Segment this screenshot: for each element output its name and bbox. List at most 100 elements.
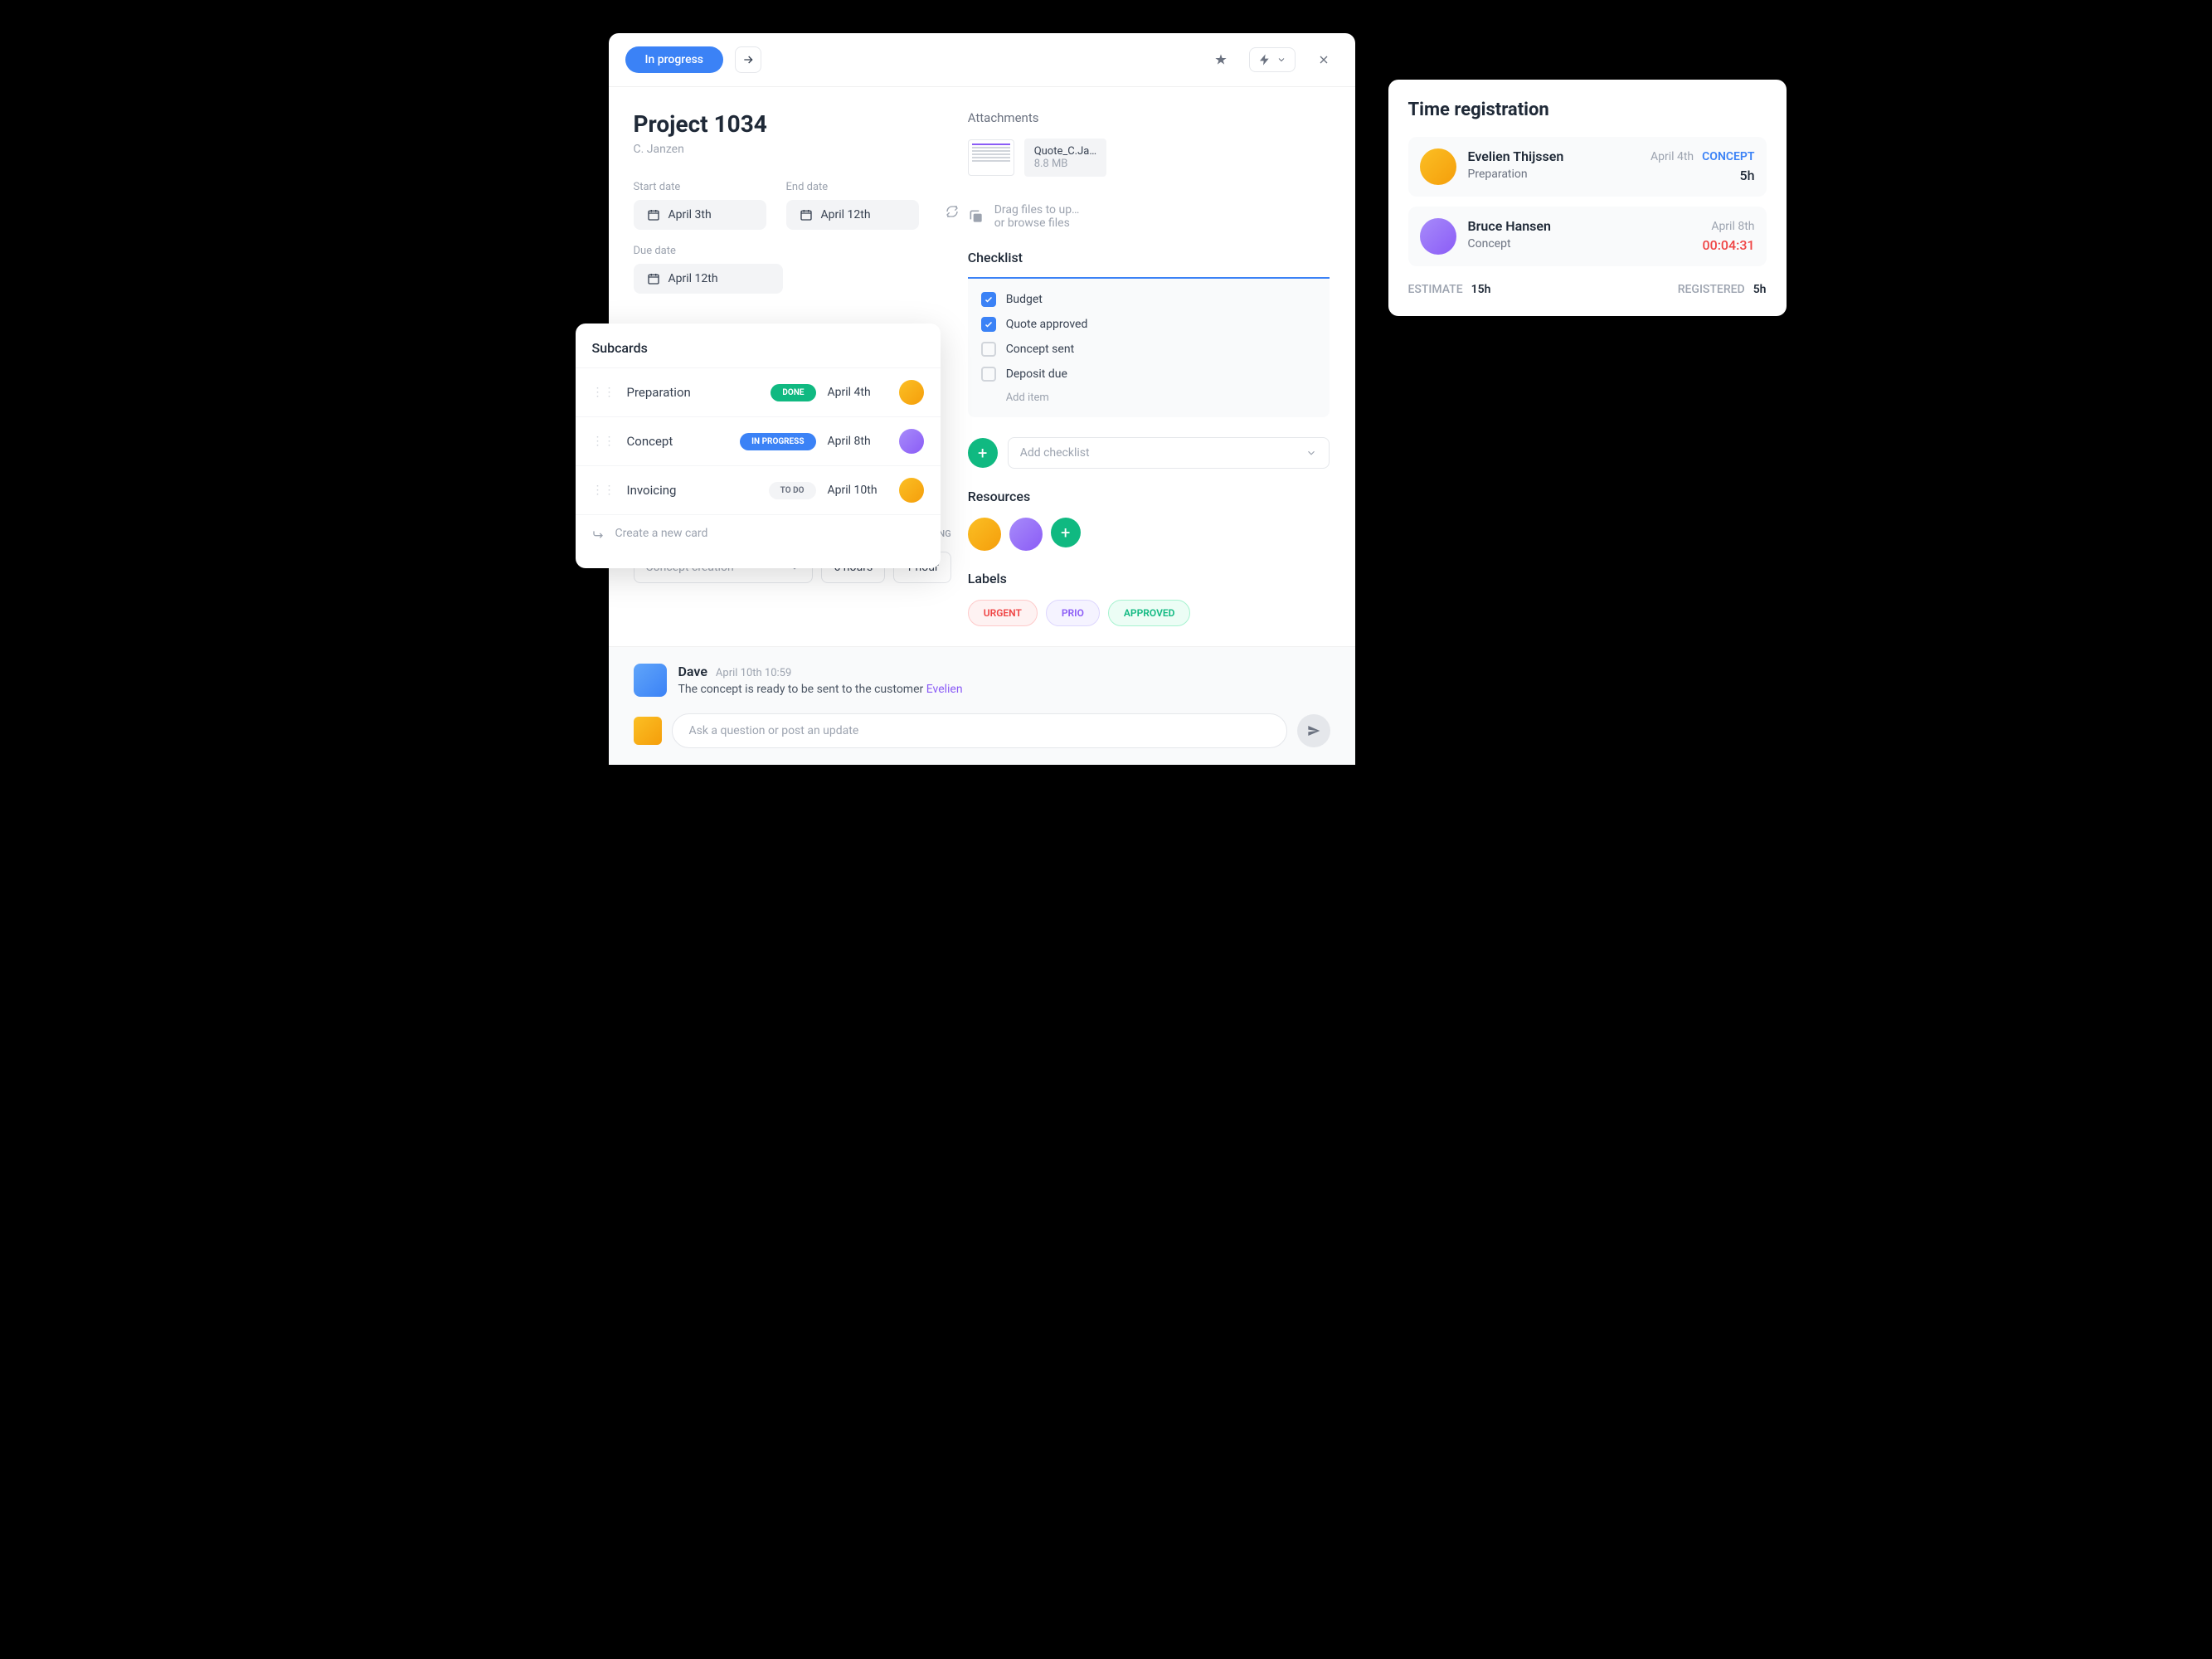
resources-title: Resources bbox=[968, 489, 1330, 504]
subcard-status: IN PROGRESS bbox=[740, 433, 815, 450]
end-date-input[interactable]: April 12th bbox=[786, 200, 919, 230]
subcard-date: April 8th bbox=[828, 435, 887, 448]
next-status-button[interactable] bbox=[735, 46, 761, 73]
estimate-label: ESTIMATE bbox=[1408, 283, 1463, 296]
refresh-icon[interactable] bbox=[946, 205, 959, 221]
label-chip[interactable]: URGENT bbox=[968, 600, 1038, 626]
send-button[interactable] bbox=[1297, 714, 1330, 747]
time-entry[interactable]: Evelien Thijssen April 4th CONCEPT Prepar… bbox=[1408, 137, 1767, 197]
status-pill[interactable]: In progress bbox=[625, 46, 724, 73]
time-entry-task: Concept bbox=[1468, 237, 1511, 253]
file-thumbnail[interactable] bbox=[968, 139, 1014, 176]
add-resource-button[interactable]: + bbox=[1051, 518, 1081, 547]
avatar bbox=[899, 380, 924, 405]
drag-handle-icon[interactable]: ⋮⋮ bbox=[592, 386, 615, 399]
subcard-name: Invoicing bbox=[627, 483, 757, 498]
subcard-date: April 4th bbox=[828, 386, 887, 399]
avatar bbox=[634, 717, 662, 745]
time-entry-hours: 5h bbox=[1740, 168, 1755, 183]
avatar bbox=[1420, 218, 1456, 255]
time-entry-date: April 8th bbox=[1711, 220, 1754, 233]
avatar bbox=[634, 664, 667, 697]
subcard-status: TO DO bbox=[769, 482, 816, 499]
file-dropzone[interactable]: Drag files to up… or browse files bbox=[968, 190, 1330, 250]
project-title: Project 1034 bbox=[634, 110, 951, 138]
send-icon bbox=[1307, 724, 1320, 737]
end-date-label: End date bbox=[786, 181, 919, 193]
due-date-label: Due date bbox=[634, 245, 951, 257]
calendar-icon bbox=[647, 208, 660, 221]
checkbox[interactable] bbox=[981, 342, 996, 357]
label-chip[interactable]: PRIO bbox=[1046, 600, 1100, 626]
subcard-row[interactable]: ⋮⋮ Concept IN PROGRESS April 8th bbox=[576, 416, 941, 465]
project-owner: C. Janzen bbox=[634, 143, 951, 156]
add-checklist-button[interactable]: + bbox=[968, 438, 998, 468]
time-entry-hours: 00:04:31 bbox=[1703, 237, 1755, 253]
subcards-panel: Subcards ⋮⋮ Preparation DONE April 4th ⋮… bbox=[576, 324, 941, 568]
start-date-input[interactable]: April 3th bbox=[634, 200, 766, 230]
comment-text: The concept is ready to be sent to the c… bbox=[678, 683, 1330, 696]
registered-label: REGISTERED bbox=[1678, 283, 1745, 296]
comment-time: April 10th 10:59 bbox=[716, 667, 791, 679]
copy-icon bbox=[968, 208, 984, 225]
file-info[interactable]: Quote_C.Ja… 8.8 MB bbox=[1024, 139, 1106, 177]
subcard-name: Preparation bbox=[627, 385, 760, 400]
resource-avatar[interactable] bbox=[968, 518, 1001, 551]
checklist-title: Checklist bbox=[968, 250, 1330, 279]
time-entry-name: Bruce Hansen bbox=[1468, 218, 1551, 234]
create-subcard[interactable]: Create a new card bbox=[576, 514, 941, 552]
timereg-title: Time registration bbox=[1408, 100, 1767, 120]
checklist-item[interactable]: Deposit due bbox=[981, 367, 1317, 382]
time-entry-task: Preparation bbox=[1468, 168, 1528, 183]
checkbox[interactable] bbox=[981, 367, 996, 382]
add-checklist-item[interactable]: Add item bbox=[1006, 392, 1317, 404]
labels-title: Labels bbox=[968, 571, 1330, 586]
due-date-input[interactable]: April 12th bbox=[634, 264, 783, 294]
mention[interactable]: Evelien bbox=[926, 683, 963, 696]
time-entry[interactable]: Bruce Hansen April 8th Concept 00:04:31 bbox=[1408, 207, 1767, 266]
time-entry-tag: CONCEPT bbox=[1702, 150, 1754, 163]
checklist-label: Deposit due bbox=[1006, 367, 1067, 381]
estimate-value: 15h bbox=[1471, 283, 1491, 296]
registered-value: 5h bbox=[1753, 283, 1767, 296]
drag-handle-icon[interactable]: ⋮⋮ bbox=[592, 435, 615, 448]
chevron-down-icon bbox=[1305, 446, 1317, 460]
star-icon[interactable] bbox=[1206, 45, 1236, 75]
time-entry-date: April 4th bbox=[1650, 150, 1694, 163]
time-registration-panel: Time registration Evelien Thijssen April… bbox=[1388, 80, 1787, 316]
subcard-row[interactable]: ⋮⋮ Preparation DONE April 4th bbox=[576, 367, 941, 416]
close-icon[interactable] bbox=[1309, 45, 1339, 75]
checkbox[interactable] bbox=[981, 317, 996, 332]
comment: Dave April 10th 10:59 The concept is rea… bbox=[634, 664, 1330, 697]
checklist-item[interactable]: Budget bbox=[981, 292, 1317, 307]
topbar: In progress bbox=[609, 33, 1355, 87]
calendar-icon bbox=[800, 208, 813, 221]
calendar-icon bbox=[647, 272, 660, 285]
checklist-item[interactable]: Concept sent bbox=[981, 342, 1317, 357]
drag-handle-icon[interactable]: ⋮⋮ bbox=[592, 484, 615, 497]
subcard-row[interactable]: ⋮⋮ Invoicing TO DO April 10th bbox=[576, 465, 941, 514]
resource-avatar[interactable] bbox=[1009, 518, 1043, 551]
comment-author: Dave bbox=[678, 664, 707, 679]
avatar bbox=[899, 478, 924, 503]
time-entry-name: Evelien Thijssen bbox=[1468, 148, 1564, 164]
reply-input[interactable]: Ask a question or post an update bbox=[672, 713, 1287, 748]
return-icon bbox=[592, 527, 605, 540]
checkbox[interactable] bbox=[981, 292, 996, 307]
checklist-label: Budget bbox=[1006, 293, 1043, 306]
start-date-label: Start date bbox=[634, 181, 766, 193]
label-chip[interactable]: APPROVED bbox=[1108, 600, 1191, 626]
avatar bbox=[899, 429, 924, 454]
subcard-name: Concept bbox=[627, 434, 729, 449]
add-checklist-input[interactable]: Add checklist bbox=[1008, 437, 1330, 469]
checklist-label: Concept sent bbox=[1006, 343, 1074, 356]
avatar bbox=[1420, 148, 1456, 185]
subcard-date: April 10th bbox=[828, 484, 887, 497]
quick-action-button[interactable] bbox=[1249, 47, 1296, 72]
checklist-item[interactable]: Quote approved bbox=[981, 317, 1317, 332]
attachments-title: Attachments bbox=[968, 110, 1330, 125]
subcard-status: DONE bbox=[771, 384, 815, 401]
subcards-title: Subcards bbox=[576, 340, 941, 367]
checklist-body: Budget Quote approved Concept sent Deposit … bbox=[968, 279, 1330, 417]
checklist-label: Quote approved bbox=[1006, 318, 1088, 331]
